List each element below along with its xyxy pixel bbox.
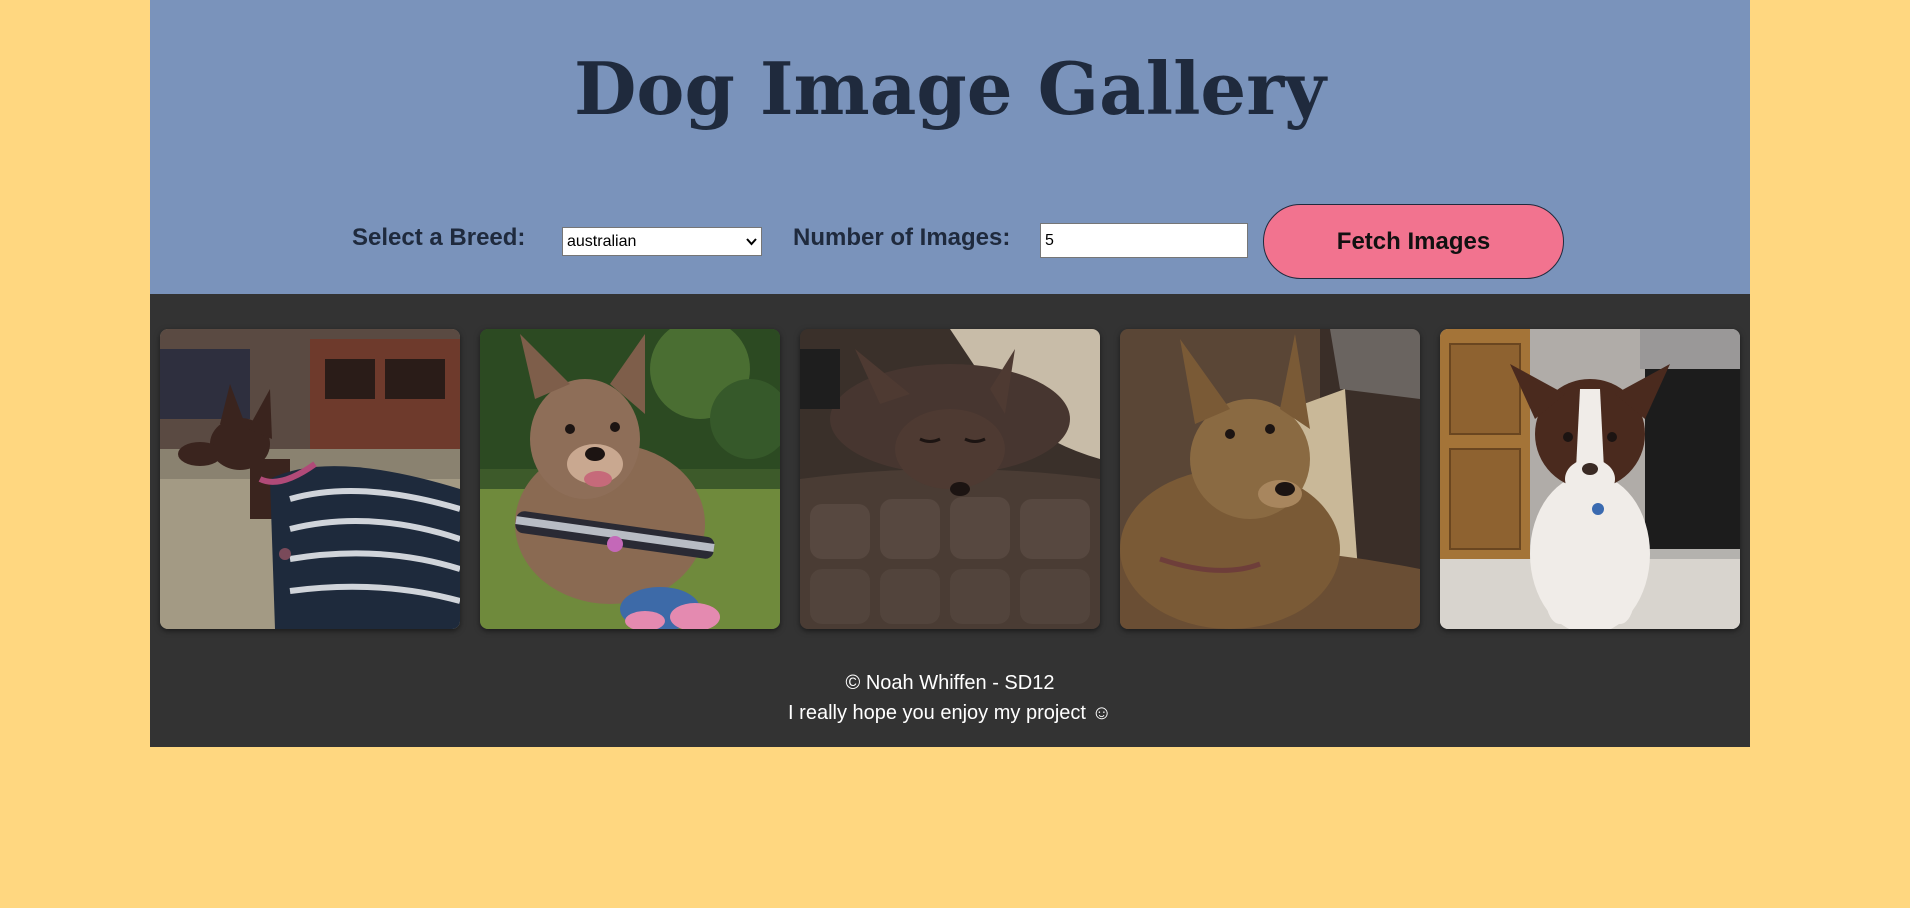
gallery: © Noah Whiffen - SD12 I really hope you … xyxy=(150,294,1750,747)
count-input-value: 5 xyxy=(1045,231,1054,249)
breed-select-value: australian xyxy=(567,232,637,250)
breed-select[interactable]: australian xyxy=(562,227,762,256)
dog-photo-4[interactable] xyxy=(1120,329,1420,629)
count-input[interactable]: 5 xyxy=(1040,223,1248,258)
footer: © Noah Whiffen - SD12 I really hope you … xyxy=(150,668,1750,728)
chevron-down-icon xyxy=(746,236,757,248)
breed-label: Select a Breed: xyxy=(352,224,526,251)
count-label: Number of Images: xyxy=(793,224,1011,251)
fetch-images-button[interactable]: Fetch Images xyxy=(1263,204,1564,279)
dog-photo-3[interactable] xyxy=(800,329,1100,629)
page-container: Dog Image Gallery Select a Breed: austra… xyxy=(150,0,1750,747)
image-grid xyxy=(160,329,1740,629)
header: Dog Image Gallery Select a Breed: austra… xyxy=(150,0,1750,294)
footer-message: I really hope you enjoy my project ☺ xyxy=(788,702,1112,724)
dog-photo-1[interactable] xyxy=(160,329,460,629)
page-title: Dog Image Gallery xyxy=(573,46,1327,131)
footer-copyright: © Noah Whiffen - SD12 xyxy=(845,672,1055,694)
dog-photo-2[interactable] xyxy=(480,329,780,629)
controls-bar: Select a Breed: australian Number of Ima… xyxy=(150,204,1750,280)
dog-photo-5[interactable] xyxy=(1440,329,1740,629)
